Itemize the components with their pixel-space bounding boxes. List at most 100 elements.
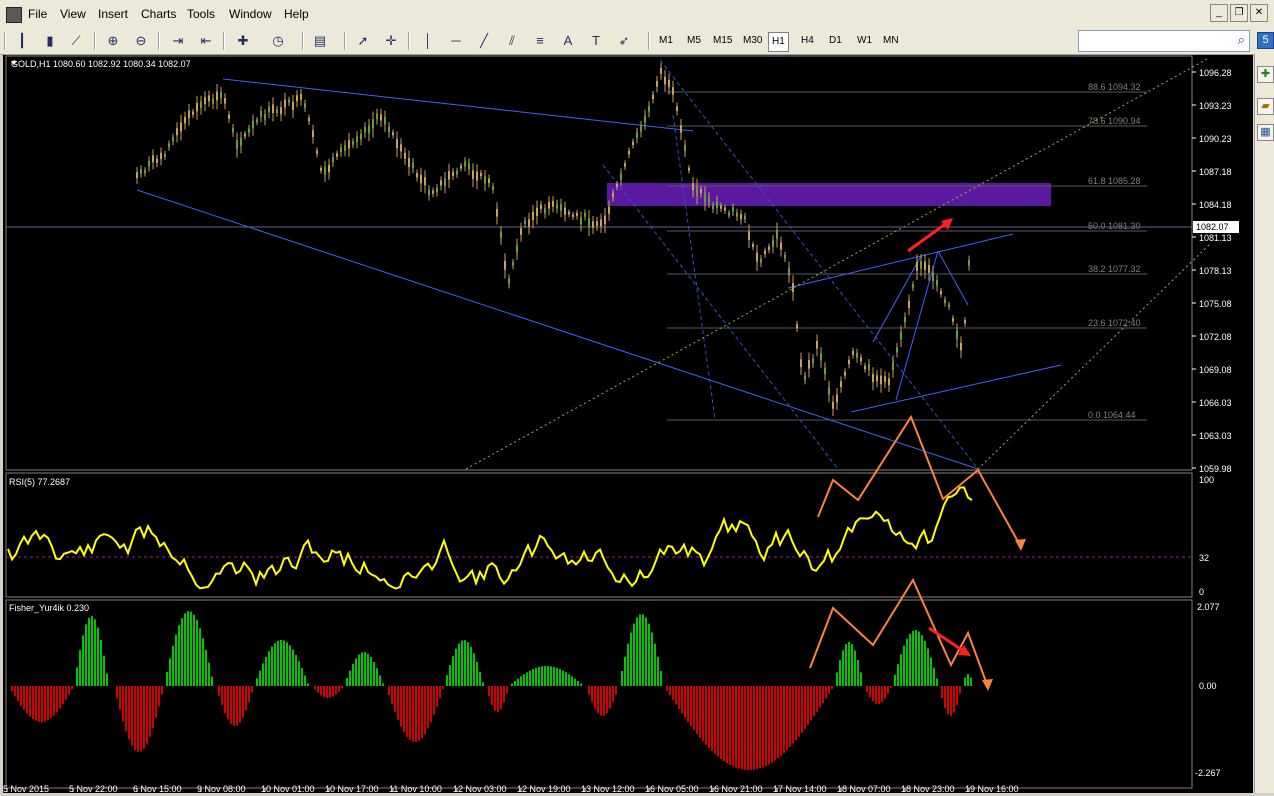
timeframe-h4[interactable]: H4: [798, 32, 817, 50]
fibonacci-retracement: 88.6 1094.32 78.6 1090.94 61.8 1085.28 50.0…: [667, 82, 1147, 421]
timeframe-mn[interactable]: MN: [880, 32, 902, 50]
candle-body: [236, 139, 238, 149]
menu-window[interactable]: Window: [229, 7, 272, 21]
new-order-icon[interactable]: ✚: [1257, 66, 1274, 83]
zoom-out-icon[interactable]: ⊖: [131, 31, 151, 51]
fisher-bar: [807, 686, 809, 725]
fisher-bar: [256, 678, 258, 686]
fisher-bar: [320, 686, 322, 696]
timeframe-m1[interactable]: M1: [656, 32, 676, 50]
vertical-line-icon[interactable]: │: [418, 31, 438, 51]
candle-body: [776, 229, 778, 239]
candle-body: [232, 127, 234, 133]
zoom-in-icon[interactable]: ⊕: [103, 31, 123, 51]
timeframe-h1[interactable]: H1: [768, 32, 789, 52]
timeframe-m30[interactable]: M30: [740, 32, 765, 50]
timeframe-m15[interactable]: M15: [710, 32, 735, 50]
candlestick-icon[interactable]: ▮: [40, 31, 60, 51]
fisher-bar: [382, 683, 384, 686]
menu-insert[interactable]: Insert: [98, 7, 128, 21]
fisher-bar: [370, 657, 372, 686]
arrows-icon[interactable]: ➶: [614, 31, 634, 51]
indicators-icon[interactable]: ✚: [233, 31, 253, 51]
timeframe-d1[interactable]: D1: [826, 32, 845, 50]
fisher-bar: [765, 686, 767, 766]
fisher-bar: [918, 631, 920, 686]
chart-window[interactable]: 88.6 1094.32 78.6 1090.94 61.8 1085.28 50.0…: [3, 55, 1253, 794]
fisher-bar: [881, 686, 883, 703]
text-label-icon[interactable]: T: [586, 31, 606, 51]
candle-body: [164, 153, 166, 157]
candle-body: [212, 98, 214, 104]
candle-body: [612, 192, 614, 198]
fisher-bar: [376, 668, 378, 686]
horizontal-line-icon[interactable]: ─: [446, 31, 466, 51]
minimize-icon[interactable]: _: [1210, 4, 1228, 22]
fisher-bar: [950, 686, 952, 716]
crosshair-icon[interactable]: ✛: [381, 31, 401, 51]
timeframe-m5[interactable]: M5: [684, 32, 704, 50]
fisher-bar: [418, 686, 420, 741]
fibonacci-icon[interactable]: ≡: [530, 31, 550, 51]
fisher-bar: [367, 653, 369, 686]
fisher-bar: [143, 686, 145, 749]
search-input[interactable]: ⌕: [1078, 30, 1250, 52]
templates-icon[interactable]: ▤: [310, 31, 330, 51]
line-chart-icon[interactable]: ⟋: [66, 31, 86, 51]
candle-body: [372, 119, 374, 129]
fisher-bar: [202, 638, 204, 686]
price-tick: 1081.13: [1199, 233, 1232, 243]
fisher-bar: [851, 644, 853, 686]
fisher-bar: [956, 686, 958, 705]
candle-body: [444, 178, 446, 186]
menu-charts[interactable]: Charts: [141, 7, 176, 21]
fib-level-label: 61.8 1085.28: [1088, 176, 1141, 186]
bar-chart-icon[interactable]: ┃: [12, 31, 32, 51]
notification-badge[interactable]: 5: [1257, 32, 1274, 49]
fisher-bar: [927, 648, 929, 686]
fisher-bar: [439, 686, 441, 699]
close-icon[interactable]: ✕: [1250, 4, 1268, 22]
fisher-bar: [857, 660, 859, 686]
fisher-bar: [458, 643, 460, 686]
candle-body: [636, 132, 638, 138]
restore-icon[interactable]: ❐: [1230, 4, 1248, 22]
candle-body: [184, 117, 186, 124]
chart-canvas[interactable]: 88.6 1094.32 78.6 1090.94 61.8 1085.28 50.0…: [3, 55, 1253, 794]
periods-icon[interactable]: ◷: [268, 31, 288, 51]
candle-body: [960, 342, 962, 351]
fisher-axis: 2.077 0.00 -2.267: [1195, 602, 1221, 778]
candle-body: [816, 340, 818, 349]
candle-body: [500, 231, 502, 239]
menu-help[interactable]: Help: [284, 7, 309, 21]
menu-view[interactable]: View: [60, 7, 86, 21]
app-icon[interactable]: [6, 7, 22, 23]
fisher-bar: [32, 686, 34, 720]
candle-body: [932, 272, 934, 281]
fisher-bar: [71, 686, 73, 690]
candle-body: [496, 208, 498, 217]
timeframe-w1[interactable]: W1: [854, 32, 875, 50]
trendline-icon[interactable]: ╱: [474, 31, 494, 51]
chart-shift-icon[interactable]: ⇥: [168, 31, 188, 51]
candle-body: [876, 375, 878, 382]
fisher-bar: [44, 686, 46, 722]
fisher-bar: [88, 617, 90, 686]
cursor-icon[interactable]: ➚: [353, 31, 373, 51]
fisher-bar: [26, 686, 28, 714]
fisher-bar: [85, 624, 87, 686]
candle-body: [804, 375, 806, 381]
candle-body: [564, 207, 566, 215]
fisher-bar: [178, 625, 180, 686]
menu-file[interactable]: File: [28, 7, 47, 21]
search-icon[interactable]: ⌕: [1238, 32, 1245, 48]
text-tool-icon[interactable]: A: [558, 31, 578, 51]
channel-icon[interactable]: ⫽: [502, 31, 522, 51]
time-tick: 16 Nov 21:00: [709, 784, 763, 793]
fisher-bar: [759, 686, 761, 769]
folder-icon[interactable]: ▰: [1257, 98, 1274, 115]
window-icon[interactable]: ▦: [1257, 124, 1274, 141]
candle-body: [248, 128, 250, 133]
auto-scroll-icon[interactable]: ⇤: [196, 31, 216, 51]
menu-tools[interactable]: Tools: [187, 7, 215, 21]
